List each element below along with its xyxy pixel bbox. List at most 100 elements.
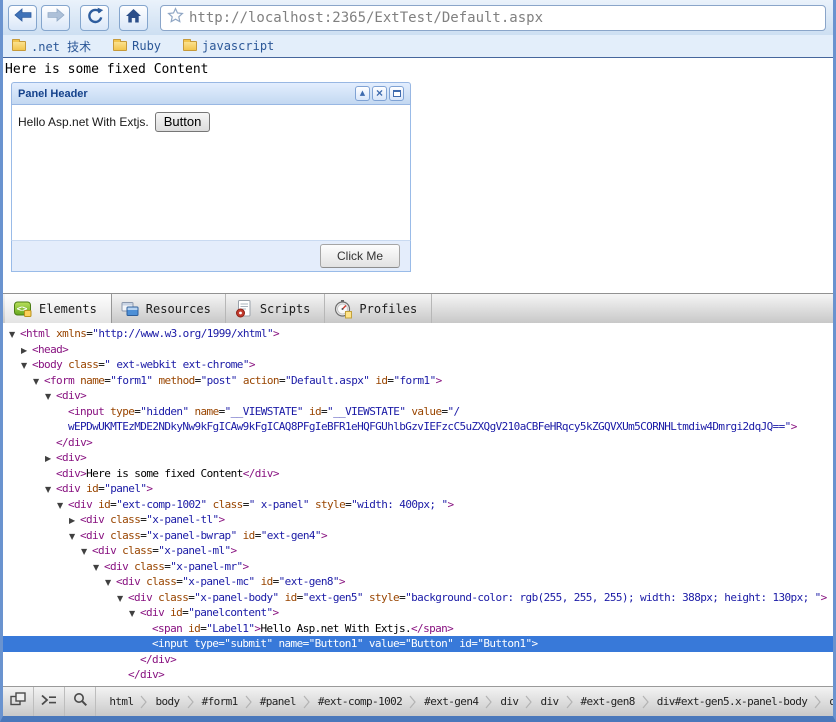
dom-tree-line[interactable]: ▼ <div id="panel"> (3, 481, 833, 497)
dom-tree-line[interactable]: ▼ <div id="panelcontent"> (3, 605, 833, 621)
dom-tree-line[interactable]: ▶ <div class="x-panel-tl"> (3, 512, 833, 528)
breadcrumb-item[interactable]: div#ext-gen5.x-panel-body (650, 695, 815, 708)
disclosure-expanded-icon[interactable]: ▼ (45, 389, 56, 405)
breadcrumb-item[interactable]: div (493, 695, 525, 708)
breadcrumb-item[interactable]: div (822, 695, 833, 708)
breadcrumb-separator-icon (566, 692, 574, 712)
dom-tree-line[interactable]: </div> (3, 667, 833, 683)
disclosure-expanded-icon[interactable]: ▼ (57, 498, 68, 514)
bookmark-star-icon[interactable] (167, 6, 184, 29)
collapse-button[interactable]: ▲ (355, 86, 370, 101)
breadcrumb-separator-icon (245, 692, 253, 712)
forward-button[interactable] (41, 4, 70, 31)
breadcrumb-item[interactable]: html (102, 695, 140, 708)
home-button[interactable] (119, 4, 148, 31)
tab-scripts[interactable]: Scripts (226, 294, 326, 323)
close-icon: × (375, 86, 383, 100)
ext-panel: Panel Header ▲ × Hello Asp.net With Extj… (11, 82, 411, 272)
search-button[interactable] (65, 687, 97, 716)
dom-tree-line[interactable]: wEPDwUKMTEzMDE2NDkyNw9kFgICAw9kFgICAQ8PF… (3, 419, 833, 435)
breadcrumb-item[interactable]: body (148, 695, 186, 708)
disclosure-expanded-icon[interactable]: ▼ (69, 529, 80, 545)
disclosure-collapsed-icon[interactable]: ▶ (45, 451, 56, 467)
dock-button[interactable] (3, 687, 35, 716)
fixed-content-text: Here is some fixed Content (5, 62, 209, 77)
dom-tree-line[interactable]: ▼ <body class=" ext-webkit ext-chrome"> (3, 357, 833, 373)
breadcrumb-item[interactable]: #ext-gen4 (417, 695, 485, 708)
dom-tree-line[interactable]: </div> (3, 652, 833, 668)
bookmark-item[interactable]: Ruby (113, 39, 161, 53)
disclosure-expanded-icon[interactable]: ▼ (105, 575, 116, 591)
dom-tree-line[interactable]: <div>Here is some fixed Content</div> (3, 466, 833, 482)
panel-tools: ▲ × (353, 86, 404, 101)
disclosure-expanded-icon[interactable]: ▼ (9, 327, 20, 343)
url-bar[interactable]: http://localhost:2365/ExtTest/Default.as… (160, 4, 826, 31)
scripts-icon (234, 299, 254, 319)
dom-tree-line[interactable]: ▼ <div id="ext-comp-1002" class=" x-panel… (3, 497, 833, 513)
dom-tree-line[interactable]: ▼ <div class="x-panel-bwrap" id="ext-gen4… (3, 528, 833, 544)
resources-icon (120, 299, 140, 319)
disclosure-expanded-icon[interactable]: ▼ (129, 606, 140, 622)
restore-button[interactable] (389, 86, 404, 101)
nav-toolbar: http://localhost:2365/ExtTest/Default.as… (3, 0, 833, 35)
search-icon (73, 692, 88, 712)
breadcrumb-item[interactable]: #panel (253, 695, 303, 708)
breadcrumb-item[interactable]: #ext-gen8 (574, 695, 642, 708)
back-button[interactable] (8, 4, 37, 31)
disclosure-collapsed-icon[interactable]: ▶ (21, 343, 32, 359)
folder-icon (113, 39, 128, 51)
devtools-statusbar: html body #form1 #panel #ext-comp-1002 #ext-g… (3, 686, 833, 716)
dom-tree-line[interactable]: ▼ <html xmlns="http://www.w3.org/1999/xht… (3, 326, 833, 342)
breadcrumb-item[interactable]: #form1 (195, 695, 245, 708)
click-me-button[interactable]: Click Me (319, 244, 400, 268)
tab-elements[interactable]: <> Elements (5, 294, 112, 323)
reload-button[interactable] (80, 4, 109, 31)
disclosure-expanded-icon[interactable]: ▼ (21, 358, 32, 374)
disclosure-expanded-icon[interactable]: ▼ (81, 544, 92, 560)
bookmark-label: .net 技术 (31, 39, 92, 54)
disclosure-expanded-icon[interactable]: ▼ (93, 560, 104, 576)
dom-tree-line[interactable]: <input type="submit" name="Button1" valu… (3, 636, 833, 652)
dom-tree-line[interactable]: ▼ <div class="x-panel-ml"> (3, 543, 833, 559)
bookmark-item[interactable]: .net 技术 (12, 38, 91, 55)
forward-icon (47, 8, 65, 27)
dom-tree-line[interactable]: ▼ <div> (3, 388, 833, 404)
breadcrumb-separator-icon (187, 692, 195, 712)
dom-tree-line[interactable]: </div> (3, 435, 833, 451)
tab-profiles[interactable]: Profiles (325, 294, 433, 323)
disclosure-expanded-icon[interactable]: ▼ (117, 591, 128, 607)
dom-tree-line[interactable]: <input type="hidden" name="__VIEWSTATE" … (3, 404, 833, 420)
dom-tree-line[interactable]: <span id="Label1">Hello Asp.net With Ext… (3, 621, 833, 637)
breadcrumb-separator-icon (642, 692, 650, 712)
browser-window: http://localhost:2365/ExtTest/Default.as… (0, 0, 836, 722)
close-button[interactable]: × (372, 86, 387, 101)
disclosure-collapsed-icon[interactable]: ▶ (69, 513, 80, 529)
dom-tree-line[interactable]: ▼ <form name="form1" method="post" action… (3, 373, 833, 389)
home-icon (125, 8, 142, 28)
dom-tree-line[interactable]: ▼ <div class="x-panel-mc" id="ext-gen8"> (3, 574, 833, 590)
disclosure-expanded-icon[interactable]: ▼ (45, 482, 56, 498)
tab-label: Scripts (259, 301, 311, 316)
panel-title: Panel Header (18, 87, 88, 100)
breadcrumb-item[interactable]: #ext-comp-1002 (311, 695, 409, 708)
dom-tree-line[interactable]: ▼ <div class="x-panel-mr"> (3, 559, 833, 575)
folder-icon (12, 39, 26, 51)
breadcrumb-item[interactable]: div (533, 695, 565, 708)
breadcrumb-separator-icon (140, 692, 148, 712)
dom-tree-line[interactable]: ▼ <div class="x-panel-body" id="ext-gen5"… (3, 590, 833, 606)
dom-tree: ▼ <html xmlns="http://www.w3.org/1999/xht… (3, 323, 833, 686)
url-input[interactable]: http://localhost:2365/ExtTest/Default.as… (189, 10, 543, 26)
elements-icon: <> (13, 299, 33, 319)
bookmark-item[interactable]: javascript (183, 39, 274, 53)
dom-tree-line[interactable]: ▶ <div> (3, 450, 833, 466)
panel-label: Hello Asp.net With Extjs. (18, 115, 149, 129)
tab-resources[interactable]: Resources (112, 294, 226, 323)
page-content: Here is some fixed Content Panel Header … (3, 58, 833, 293)
disclosure-expanded-icon[interactable]: ▼ (33, 374, 44, 390)
restore-icon (392, 90, 401, 97)
button1[interactable]: Button (154, 112, 211, 132)
console-button[interactable] (34, 687, 66, 716)
tab-label: Elements (39, 301, 97, 316)
back-icon (13, 8, 32, 27)
dom-tree-line[interactable]: ▶ <head> (3, 342, 833, 358)
